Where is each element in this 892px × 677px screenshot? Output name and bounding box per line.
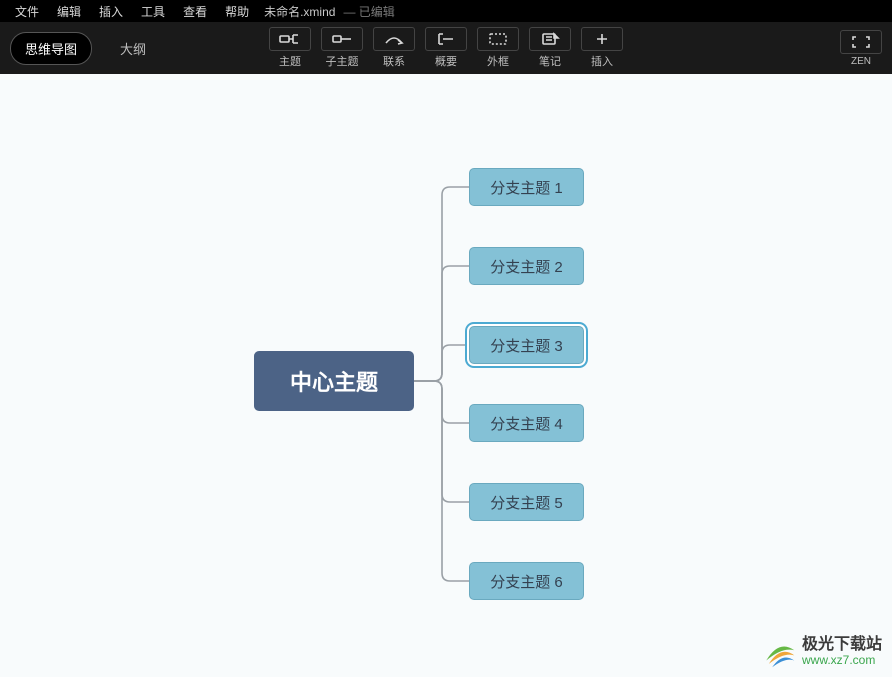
- tool-label: 概要: [435, 53, 457, 69]
- watermark-url: www.xz7.com: [802, 654, 882, 668]
- subtopic-icon: [321, 27, 363, 51]
- branch-topic-6[interactable]: 分支主题 6: [469, 562, 584, 600]
- watermark: 极光下载站 www.xz7.com: [762, 635, 882, 669]
- view-mode-mindmap[interactable]: 思维导图: [10, 32, 92, 65]
- menu-edit[interactable]: 编辑: [48, 3, 90, 20]
- tool-label: 笔记: [539, 53, 561, 69]
- subtopic-button[interactable]: 子主题: [321, 27, 363, 69]
- relationship-icon: [373, 27, 415, 51]
- relationship-button[interactable]: 联系: [373, 27, 415, 69]
- branch-topic-4[interactable]: 分支主题 4: [469, 404, 584, 442]
- menu-file[interactable]: 文件: [6, 3, 48, 20]
- tool-label: 外框: [487, 53, 509, 69]
- menubar: 文件 编辑 插入 工具 查看 帮助 未命名.xmind — 已编辑: [0, 0, 892, 22]
- menu-tools[interactable]: 工具: [132, 3, 174, 20]
- note-button[interactable]: 笔记: [529, 27, 571, 69]
- toolbar: 思维导图 大纲 主题 子主题 联系 概要: [0, 22, 892, 74]
- zen-button[interactable]: ZEN: [840, 30, 882, 67]
- branch-topic-2[interactable]: 分支主题 2: [469, 247, 584, 285]
- insert-icon: [581, 27, 623, 51]
- menu-help[interactable]: 帮助: [216, 3, 258, 20]
- branch-topic-3[interactable]: 分支主题 3: [469, 326, 584, 364]
- topic-icon: [269, 27, 311, 51]
- menu-view[interactable]: 查看: [174, 3, 216, 20]
- tool-label: ZEN: [851, 56, 871, 67]
- connectors: [0, 74, 892, 677]
- tool-label: 主题: [279, 53, 301, 69]
- menu-insert[interactable]: 插入: [90, 3, 132, 20]
- tool-label: 子主题: [326, 53, 359, 69]
- watermark-title: 极光下载站: [802, 636, 882, 654]
- topic-button[interactable]: 主题: [269, 27, 311, 69]
- zen-icon: [840, 30, 882, 54]
- central-topic[interactable]: 中心主题: [254, 351, 414, 411]
- boundary-icon: [477, 27, 519, 51]
- view-mode-outline[interactable]: 大纲: [106, 33, 160, 64]
- tool-label: 插入: [591, 53, 613, 69]
- mindmap-canvas[interactable]: 中心主题 分支主题 1 分支主题 2 分支主题 3 分支主题 4 分支主题 5 …: [0, 74, 892, 677]
- summary-button[interactable]: 概要: [425, 27, 467, 69]
- branch-topic-1[interactable]: 分支主题 1: [469, 168, 584, 206]
- document-status: — 已编辑: [343, 3, 394, 20]
- note-icon: [529, 27, 571, 51]
- view-toggle: 思维导图 大纲: [10, 32, 160, 65]
- toolbar-center: 主题 子主题 联系 概要 外框: [269, 27, 623, 69]
- branch-topic-5[interactable]: 分支主题 5: [469, 483, 584, 521]
- insert-button[interactable]: 插入: [581, 27, 623, 69]
- watermark-logo-icon: [762, 635, 796, 669]
- document-filename: 未命名.xmind: [264, 3, 335, 20]
- summary-icon: [425, 27, 467, 51]
- boundary-button[interactable]: 外框: [477, 27, 519, 69]
- tool-label: 联系: [383, 53, 405, 69]
